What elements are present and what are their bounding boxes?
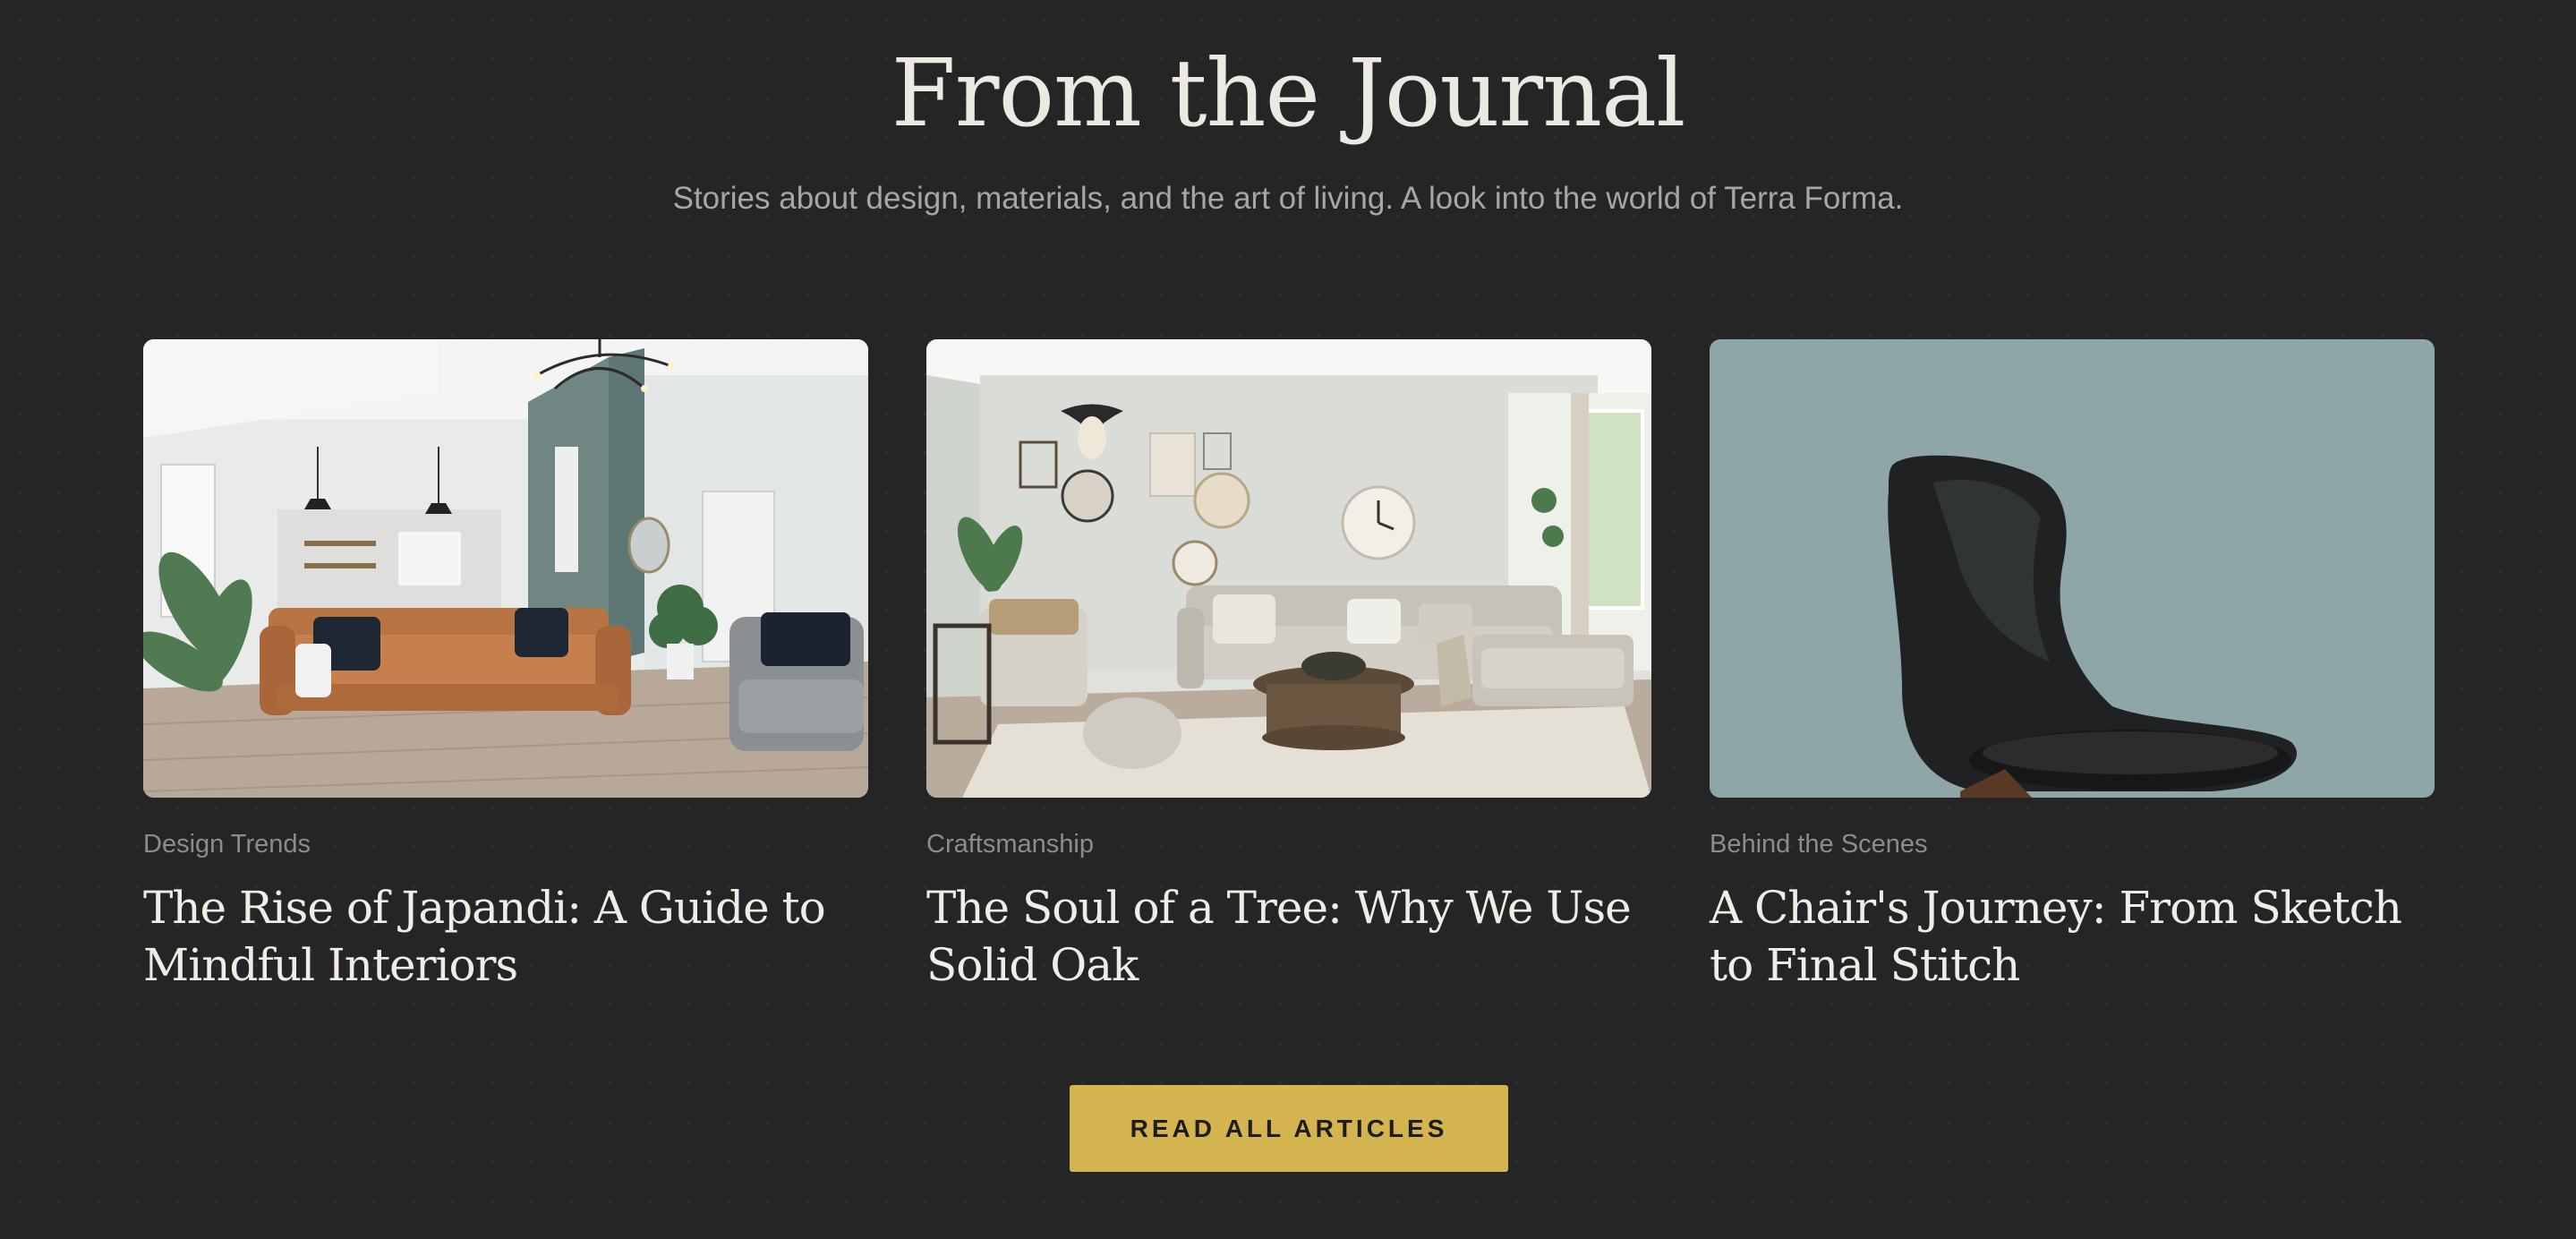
- living-room-sectional-sofa-photo: [926, 339, 1651, 798]
- section-heading: From the Journal: [891, 38, 1686, 148]
- article-card-chair-journey[interactable]: Behind the Scenes A Chair's Journey: Fro…: [1710, 339, 2435, 1002]
- article-title[interactable]: A Chair's Journey: From Sketch to Final …: [1710, 879, 2426, 994]
- article-title[interactable]: The Soul of a Tree: Why We Use Solid Oak: [926, 879, 1642, 994]
- article-image-black-chair[interactable]: [1710, 339, 2435, 798]
- article-category[interactable]: Design Trends: [143, 829, 868, 859]
- article-category[interactable]: Craftsmanship: [926, 829, 1651, 859]
- article-card-japandi[interactable]: Design Trends The Rise of Japandi: A Gui…: [143, 339, 868, 1002]
- article-card-solid-oak[interactable]: Craftsmanship The Soul of a Tree: Why We…: [926, 339, 1651, 1002]
- article-image-living-room-leather-sofa[interactable]: [143, 339, 868, 798]
- section-subtitle: Stories about design, materials, and the…: [672, 181, 1904, 216]
- journal-section: From the Journal Stories about design, m…: [0, 0, 2576, 1239]
- living-room-leather-sofa-photo: [143, 339, 868, 798]
- article-image-living-room-sectional[interactable]: [926, 339, 1651, 798]
- article-title[interactable]: The Rise of Japandi: A Guide to Mindful …: [143, 879, 859, 994]
- black-chair-photo: [1710, 339, 2435, 798]
- article-category[interactable]: Behind the Scenes: [1710, 829, 2435, 859]
- article-cards: Design Trends The Rise of Japandi: A Gui…: [143, 339, 2435, 1002]
- read-all-articles-button[interactable]: READ ALL ARTICLES: [1070, 1085, 1508, 1172]
